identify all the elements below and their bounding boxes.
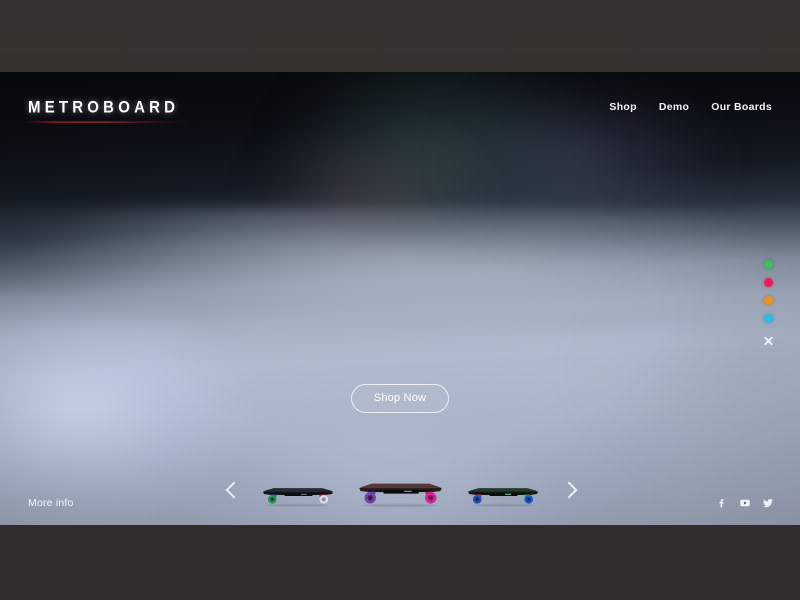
site-header: METROBOARD Shop Demo Our Boards [0,72,800,142]
chevron-left-icon[interactable] [225,478,242,504]
board-carousel [0,462,800,520]
youtube-icon[interactable] [739,497,751,509]
social-links [716,497,774,509]
board-thumb-2[interactable] [353,471,448,511]
close-icon[interactable] [763,335,774,346]
shop-now-button[interactable]: Shop Now [350,384,450,413]
color-swatch-rail [763,260,774,346]
primary-nav: Shop Demo Our Boards [609,101,772,113]
hero-cta-area: Shop Now [0,384,800,413]
facebook-icon[interactable] [716,497,728,509]
brand-logo[interactable]: METROBOARD [24,97,194,123]
browser-frame: METROBOARD Shop Demo Our Boards Shop Now [0,0,800,600]
board-thumb-list [259,471,542,511]
swatch-green[interactable] [764,260,773,269]
chevron-right-icon[interactable] [560,478,577,504]
nav-our-boards[interactable]: Our Boards [711,101,772,113]
brand-logo-text: METROBOARD [28,97,180,117]
twitter-icon[interactable] [762,497,774,509]
swatch-cyan[interactable] [764,314,773,323]
board-thumb-1[interactable] [259,477,337,511]
brand-logo-underline [24,121,194,123]
board-thumb-3[interactable] [464,477,542,511]
swatch-orange[interactable] [764,296,773,305]
nav-demo[interactable]: Demo [659,101,689,113]
swatch-pink[interactable] [764,278,773,287]
more-info-link[interactable]: More info [28,497,74,509]
nav-shop[interactable]: Shop [609,101,636,113]
website-canvas: METROBOARD Shop Demo Our Boards Shop Now [0,72,800,525]
